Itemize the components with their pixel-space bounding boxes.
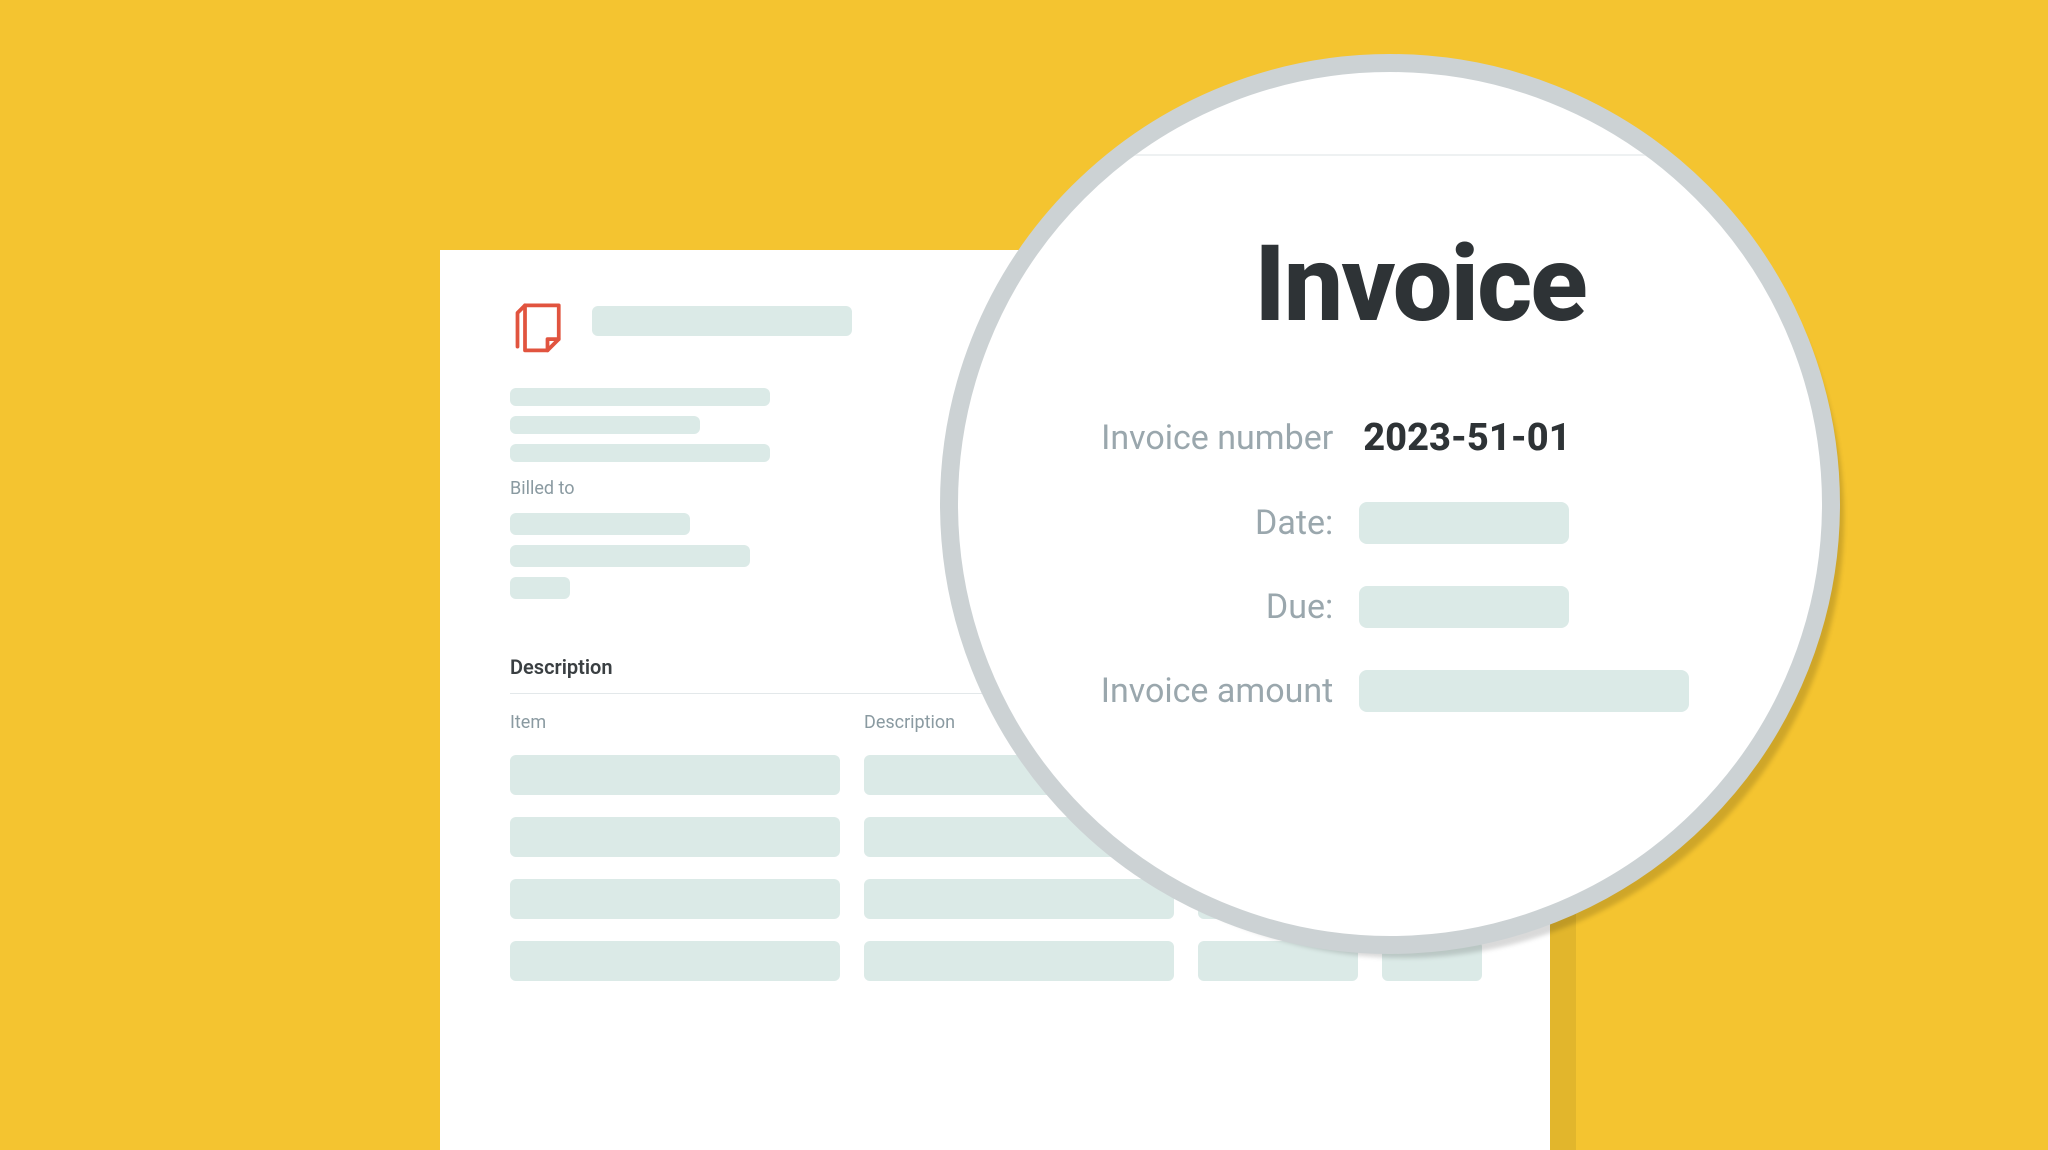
invoice-meta-grid: Invoice number 2023-51-01 Date: Due: Inv…	[1101, 416, 1690, 712]
magnifier-lens: Invoice Invoice number 2023-51-01 Date: …	[940, 54, 1840, 954]
lens-content: Invoice Invoice number 2023-51-01 Date: …	[958, 72, 1822, 936]
invoice-title: Invoice	[1254, 222, 1586, 346]
col-header-item: Item	[510, 712, 840, 733]
invoice-number-label: Invoice number	[1101, 418, 1333, 458]
address-line-placeholder	[510, 444, 770, 462]
invoice-due-field[interactable]	[1359, 586, 1569, 628]
invoice-number-value: 2023-51-01	[1359, 416, 1570, 460]
billed-to-placeholder	[510, 545, 750, 567]
invoice-amount-label: Invoice amount	[1101, 671, 1334, 711]
document-logo-icon	[510, 296, 570, 360]
address-line-placeholder	[510, 416, 700, 434]
line-item-cell-placeholder	[510, 879, 840, 919]
invoice-date-field[interactable]	[1359, 502, 1569, 544]
billed-to-placeholder	[510, 513, 690, 535]
billed-to-placeholder	[510, 577, 570, 599]
line-item-cell-placeholder	[510, 941, 840, 981]
invoice-due-label: Due:	[1266, 587, 1333, 627]
stage: Billed to Description Item Description $…	[0, 0, 2048, 1075]
line-item-cell-placeholder	[510, 817, 840, 857]
invoice-date-label: Date:	[1255, 503, 1333, 543]
address-line-placeholder	[510, 388, 770, 406]
line-item-cell-placeholder	[510, 755, 840, 795]
magnifier: Invoice Invoice number 2023-51-01 Date: …	[940, 54, 1860, 974]
doc-title-placeholder	[592, 306, 852, 336]
invoice-amount-field[interactable]	[1359, 670, 1689, 712]
